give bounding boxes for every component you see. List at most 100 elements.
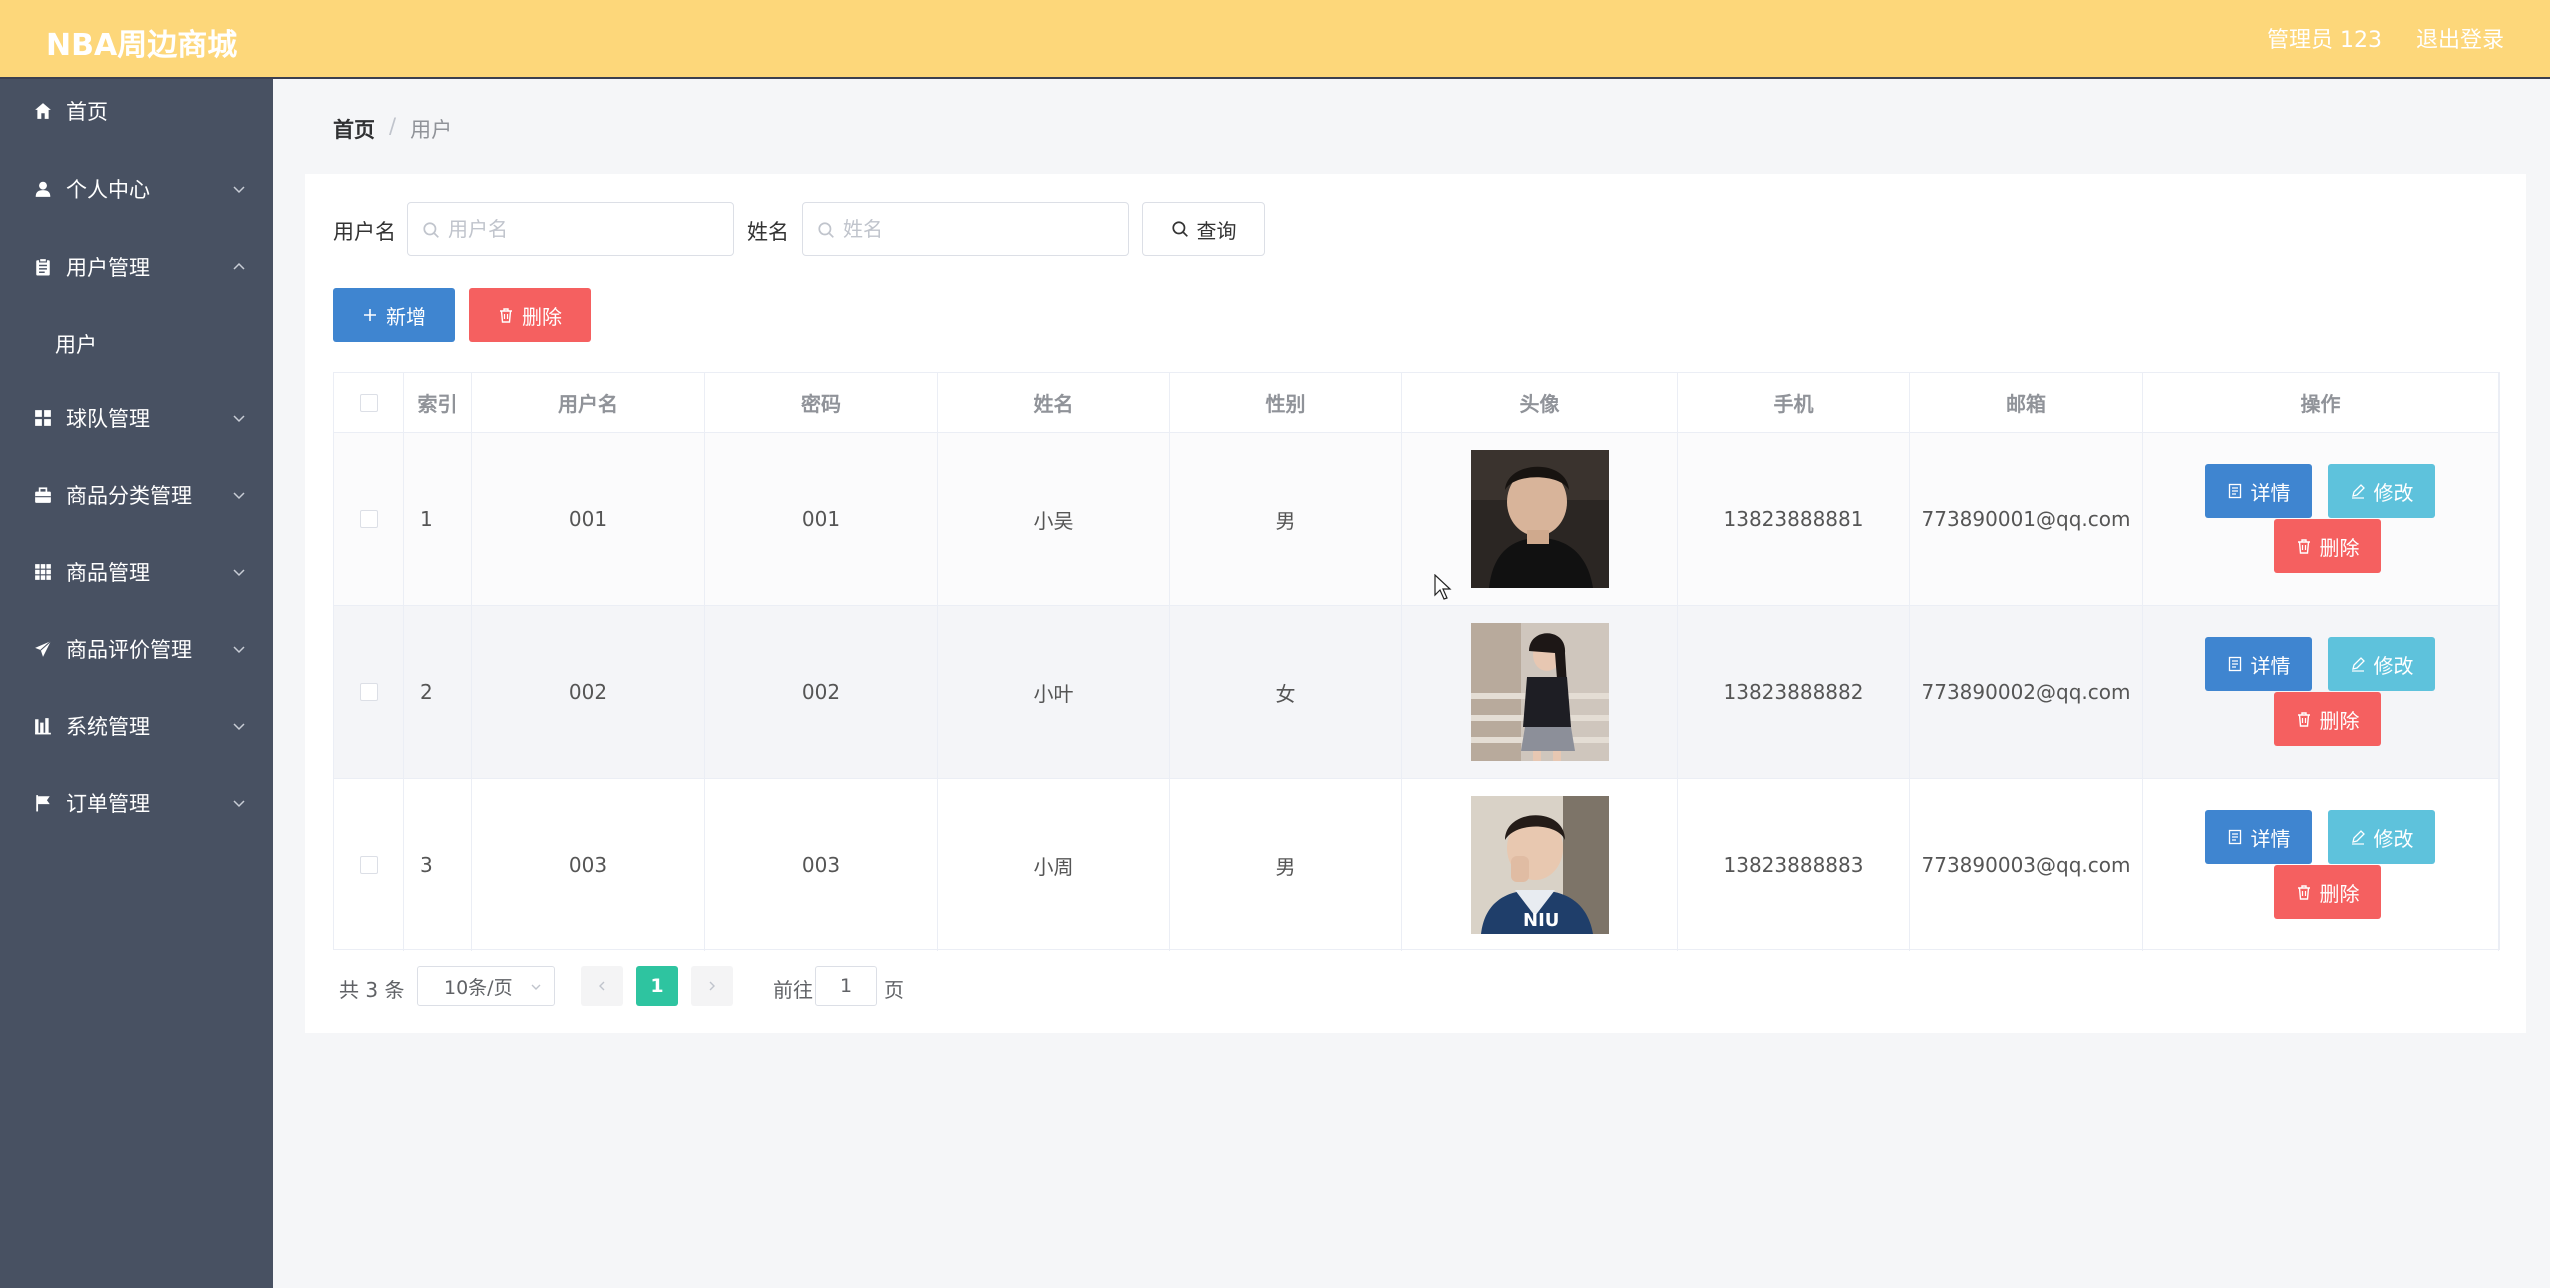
sidebar-item-review-management[interactable]: 商品评价管理 [0, 617, 273, 681]
name-input[interactable] [843, 203, 1120, 255]
avatar-image[interactable] [1470, 450, 1609, 588]
phone-cell: 13823888883 [1678, 779, 1910, 951]
chevron-down-icon [233, 569, 245, 577]
edit-button[interactable]: 修改 [2328, 810, 2435, 864]
row-delete-button[interactable]: 删除 [2274, 519, 2381, 573]
detail-button[interactable]: 详情 [2205, 810, 2312, 864]
chevron-down-icon [233, 800, 245, 808]
detail-button-label: 详情 [2250, 826, 2291, 851]
gender-cell: 男 [1170, 779, 1402, 951]
search-icon [818, 222, 834, 238]
row-select-cell [334, 606, 404, 778]
sidebar-item-label: 球队管理 [66, 407, 150, 431]
sidebar-subitem-label: 用户 [55, 333, 97, 357]
gender-cell: 女 [1170, 606, 1402, 778]
column-header: 邮箱 [1910, 373, 2143, 433]
column-header: 操作 [2143, 373, 2499, 433]
username-input[interactable] [448, 203, 725, 255]
edit-icon [2351, 484, 2365, 499]
document-icon [2228, 483, 2241, 499]
sidebar-item-category-management[interactable]: 商品分类管理 [0, 463, 273, 527]
avatar-image[interactable] [1470, 623, 1609, 761]
breadcrumb-home[interactable]: 首页 [333, 114, 375, 144]
goto-label: 前往 [773, 978, 813, 1002]
detail-button-label: 详情 [2250, 480, 2291, 505]
page-size-select[interactable]: 10条/页 [417, 966, 555, 1006]
edit-button-label: 修改 [2373, 480, 2414, 505]
row-checkbox[interactable] [359, 683, 378, 701]
plus-icon [364, 309, 376, 321]
breadcrumb-current: 用户 [410, 118, 453, 142]
avatar-cell [1402, 606, 1678, 778]
page-button-current[interactable]: 1 [636, 966, 678, 1006]
index-cell: 1 [404, 433, 472, 605]
row-delete-label: 删除 [2319, 535, 2360, 560]
select-all-checkbox[interactable] [359, 393, 378, 412]
batch-delete-button[interactable]: 删除 [469, 288, 591, 342]
query-button[interactable]: 查询 [1142, 202, 1265, 256]
chevron-down-icon [531, 984, 541, 990]
column-header: 密码 [705, 373, 938, 433]
phone-cell: 13823888881 [1678, 433, 1910, 605]
row-delete-button[interactable]: 删除 [2274, 865, 2381, 919]
sidebar-item-label: 商品管理 [66, 561, 150, 585]
sidebar-item-team-management[interactable]: 球队管理 [0, 386, 273, 450]
logout-link[interactable]: 退出登录 [2416, 22, 2504, 54]
row-checkbox[interactable] [359, 856, 378, 874]
sidebar-item-label: 用户管理 [66, 256, 150, 280]
sidebar-item-label: 首页 [66, 100, 108, 124]
row-select-cell [334, 433, 404, 605]
add-button-label: 新增 [386, 304, 426, 329]
breadcrumb: 首页 / 用户 [333, 114, 452, 144]
password-cell: 002 [705, 606, 938, 778]
sidebar-item-system-management[interactable]: 系统管理 [0, 694, 273, 758]
column-header: 用户名 [472, 373, 705, 433]
detail-button[interactable]: 详情 [2205, 464, 2312, 518]
sidebar-subitem-users[interactable]: 用户 [0, 312, 273, 376]
home-icon [35, 103, 51, 119]
sidebar-item-product-management[interactable]: 商品管理 [0, 540, 273, 604]
column-header: 手机 [1678, 373, 1910, 433]
name-cell: 小吴 [938, 433, 1170, 605]
email-cell: 773890002@qq.com [1910, 606, 2143, 778]
chevron-down-icon [233, 723, 245, 731]
row-delete-button[interactable]: 删除 [2274, 692, 2381, 746]
column-header: 索引 [404, 373, 472, 433]
avatar-cell: NIU [1402, 779, 1678, 951]
next-page-button[interactable] [691, 966, 733, 1006]
avatar-image[interactable]: NIU [1470, 796, 1609, 934]
edit-icon [2351, 830, 2365, 845]
breadcrumb-separator: / [389, 114, 397, 138]
sidebar-item-personal-center[interactable]: 个人中心 [0, 157, 273, 221]
admin-user-label[interactable]: 管理员 123 [2267, 22, 2382, 54]
select-all-header [334, 373, 404, 433]
add-button[interactable]: 新增 [333, 288, 455, 342]
password-cell: 003 [705, 779, 938, 951]
sidebar-item-label: 系统管理 [66, 715, 150, 739]
edit-button-label: 修改 [2373, 653, 2414, 678]
page-suffix-label: 页 [884, 978, 904, 1002]
row-checkbox[interactable] [359, 510, 378, 528]
briefcase-icon [35, 487, 51, 503]
goto-page-input[interactable] [815, 966, 877, 1006]
brand-title: NBA周边商城 [46, 28, 238, 63]
detail-button-label: 详情 [2250, 653, 2291, 678]
sidebar-item-home[interactable]: 首页 [0, 79, 273, 143]
sidebar-item-order-management[interactable]: 订单管理 [0, 771, 273, 835]
name-cell: 小周 [938, 779, 1170, 951]
edit-button[interactable]: 修改 [2328, 464, 2435, 518]
sidebar-item-label: 商品评价管理 [66, 638, 192, 662]
gender-cell: 男 [1170, 433, 1402, 605]
prev-page-button[interactable] [581, 966, 623, 1006]
row-select-cell [334, 779, 404, 951]
username-cell: 002 [472, 606, 705, 778]
chevron-up-icon [233, 262, 245, 270]
chevron-down-icon [233, 646, 245, 654]
table-row: 1 001 001 小吴 男 13823888881 773890001@qq.… [334, 433, 2499, 606]
svg-text:NIU: NIU [1523, 910, 1559, 931]
username-cell: 003 [472, 779, 705, 951]
sidebar-item-label: 订单管理 [66, 792, 150, 816]
edit-button[interactable]: 修改 [2328, 637, 2435, 691]
detail-button[interactable]: 详情 [2205, 637, 2312, 691]
sidebar-item-user-management[interactable]: 用户管理 [0, 235, 273, 299]
